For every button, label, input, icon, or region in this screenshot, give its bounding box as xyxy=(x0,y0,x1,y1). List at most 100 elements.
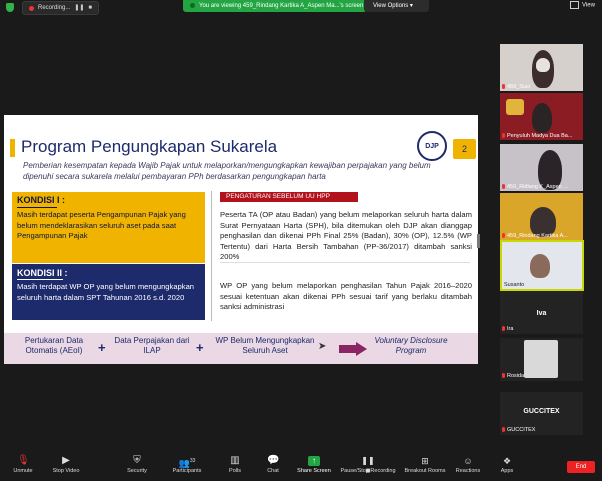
pengaturan-paragraph-1: Peserta TA (OP atau Badan) yang belum me… xyxy=(220,210,472,262)
pause-stop-recording-button[interactable]: ❚❚ ■ Pause/Stop Recording xyxy=(340,456,396,475)
apps-label: Apps xyxy=(500,468,514,474)
viewing-text: You are viewing 459_Rindang Kartika A_As… xyxy=(199,3,364,9)
participant-video xyxy=(524,340,558,378)
participant-tile[interactable]: Rosida xyxy=(500,338,583,381)
chat-button[interactable]: 💬 Chat xyxy=(262,455,284,475)
muted-mic-icon xyxy=(502,233,505,239)
logo-text: DJP xyxy=(425,142,439,150)
participant-name: GUCCITEX xyxy=(502,427,535,433)
djp-logo: DJP xyxy=(417,131,447,161)
pengaturan-header: PENGATURAN SEBELUM UU HPP xyxy=(220,192,358,202)
shield-icon: ⛨ xyxy=(133,455,141,466)
end-meeting-button[interactable]: End xyxy=(567,461,595,473)
shield-icon[interactable] xyxy=(6,3,14,12)
share-screen-label: Share Screen xyxy=(297,468,331,474)
participant-name: Susanto xyxy=(504,282,525,288)
kondisi-1-text: Masih terdapat peserta Pengampunan Pajak… xyxy=(17,210,186,240)
participant-name: 459_Ridlang K_Aspen ... xyxy=(502,184,568,190)
kondisi-2-box: KONDISI II : Masih terdapat WP OP yang b… xyxy=(12,264,205,320)
g20-logo xyxy=(506,99,524,115)
paragraph-separator xyxy=(220,262,470,263)
title-accent-bar xyxy=(10,139,15,157)
participants-icon: 👥33 xyxy=(178,458,196,468)
recording-indicator[interactable]: Recording... ❚❚ ■ xyxy=(22,1,100,15)
view-button[interactable]: View xyxy=(570,1,595,9)
slide-title: Program Pengungkapan Sukarela xyxy=(21,137,278,156)
video-camera-icon: ▶ xyxy=(62,455,70,466)
face-mask-icon xyxy=(536,58,550,72)
share-screen-button[interactable]: ↑ Share Screen xyxy=(296,456,332,474)
reactions-button[interactable]: ☺ Reactions xyxy=(454,456,482,474)
mouse-cursor-icon: ➤ xyxy=(318,341,327,352)
breakout-rooms-label: Breakout Rooms xyxy=(404,468,446,474)
flow-item-ilap: Data Perpajakan dari ILAP xyxy=(114,336,190,355)
stop-video-label: Stop Video xyxy=(52,468,80,474)
polls-icon: ▥ xyxy=(230,455,240,466)
participant-tile[interactable]: Penyuluh Madya Dua Ba... xyxy=(500,93,583,140)
participants-label: Participants xyxy=(172,468,202,474)
flow-item-aeoi: Pertukaran Data Otomatis (AEoI) xyxy=(24,336,84,355)
kondisi-1-box: KONDISI I : Masih terdapat peserta Penga… xyxy=(12,192,205,263)
plus-icon: + xyxy=(196,340,204,355)
flow-result: Voluntary Disclosure Program xyxy=(374,336,448,355)
participant-tile[interactable]: Iva Ira xyxy=(500,291,583,334)
unmute-label: Unmute xyxy=(13,468,33,474)
view-button-label: View xyxy=(582,2,595,9)
participant-tile[interactable]: 459_Rindang Kartika A... xyxy=(500,193,583,240)
participant-name: Ira xyxy=(502,326,513,332)
column-divider xyxy=(211,191,212,321)
share-screen-icon: ↑ xyxy=(308,456,320,466)
stop-video-button[interactable]: ▶ Stop Video xyxy=(50,455,82,475)
page-number-badge: 2 xyxy=(453,139,476,159)
muted-mic-icon xyxy=(502,184,505,190)
record-dot-icon xyxy=(29,5,34,11)
apps-icon: ❖ xyxy=(502,456,512,466)
kondisi-2-text: Masih terdapat WP OP yang belum mengungk… xyxy=(17,282,195,302)
plus-icon: + xyxy=(98,340,106,355)
participant-label: GUCCITEX xyxy=(523,408,560,415)
participant-name: 459_Suci xyxy=(502,84,530,90)
divider xyxy=(17,279,63,280)
pause-recording-label: Pause/Stop Recording xyxy=(340,468,396,474)
stop-icon[interactable]: ■ xyxy=(88,2,92,14)
breakout-rooms-button[interactable]: ⊞ Breakout Rooms xyxy=(404,456,446,474)
participants-button[interactable]: 👥33 Participants xyxy=(170,456,204,474)
muted-mic-icon xyxy=(502,373,505,379)
view-options-label: View Options xyxy=(373,3,409,9)
flow-item-aset: WP Belum Mengungkapkan Seluruh Aset xyxy=(215,336,315,355)
polls-button[interactable]: ▥ Polls xyxy=(224,455,246,475)
participant-tile-active-speaker[interactable]: Susanto xyxy=(500,240,584,291)
pause-icon: ❚❚ ■ xyxy=(361,456,375,475)
pause-icon[interactable]: ❚❚ xyxy=(74,2,84,14)
participant-name: Rosida xyxy=(502,373,524,379)
muted-mic-icon xyxy=(502,427,505,433)
chat-icon: 💬 xyxy=(267,455,280,466)
reactions-label: Reactions xyxy=(455,468,481,474)
status-dot-icon xyxy=(190,2,195,8)
participant-name: Penyuluh Madya Dua Ba... xyxy=(502,133,572,139)
participant-tile[interactable]: GUCCITEX GUCCITEX xyxy=(500,392,583,435)
muted-mic-icon xyxy=(502,326,505,332)
muted-mic-icon xyxy=(502,84,505,90)
polls-label: Polls xyxy=(229,468,241,474)
security-label: Security xyxy=(127,468,147,474)
bottom-flow-strip: Pertukaran Data Otomatis (AEoI) + Data P… xyxy=(4,333,478,364)
participant-label: Iva xyxy=(536,310,547,317)
slide-intro: Pemberian kesempatan kepada Wajib Pajak … xyxy=(23,161,431,181)
smiley-icon: ☺ xyxy=(463,456,473,466)
view-options-button[interactable]: View Options ▾ xyxy=(364,0,429,12)
kondisi-2-title: KONDISI II : xyxy=(17,268,68,278)
breakout-rooms-icon: ⊞ xyxy=(421,456,429,466)
unmute-button[interactable]: 🎙 Unmute xyxy=(10,455,36,475)
split-scrollbar[interactable] xyxy=(477,234,480,248)
kondisi-1-title: KONDISI I : xyxy=(17,195,66,205)
apps-button[interactable]: ❖ Apps xyxy=(496,456,518,474)
participant-tile[interactable]: 459_Suci xyxy=(500,44,583,91)
participant-tile[interactable]: 459_Ridlang K_Aspen ... xyxy=(500,144,583,191)
security-button[interactable]: ⛨ Security xyxy=(124,455,150,475)
top-bar: Recording... ❚❚ ■ You are viewing 459_Ri… xyxy=(0,0,602,15)
participants-count: 33 xyxy=(189,458,196,464)
muted-mic-icon: 🎙 xyxy=(17,455,30,466)
viewing-banner: You are viewing 459_Rindang Kartika A_As… xyxy=(183,0,367,12)
participant-name: 459_Rindang Kartika A... xyxy=(502,233,568,239)
